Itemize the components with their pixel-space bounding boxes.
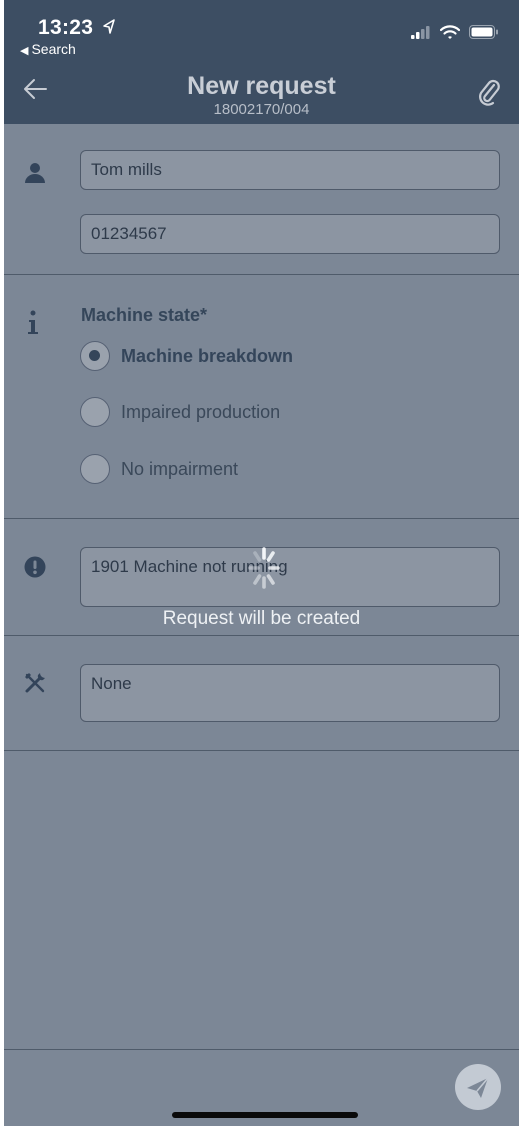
tools-icon (25, 673, 45, 693)
contact-name-value: Tom mills (91, 160, 162, 179)
send-icon (467, 1077, 489, 1098)
page-title: New request (187, 72, 336, 100)
loading-message: Request will be created (162, 608, 361, 629)
request-number: 18002170/004 (213, 101, 310, 118)
radio-impaired-production[interactable]: Impaired production (80, 396, 280, 428)
radio-label: Machine breakdown (121, 345, 294, 366)
location-arrow-icon (103, 19, 115, 34)
footer-divider (4, 1049, 519, 1050)
section-divider (4, 274, 519, 275)
exclamation-icon (24, 556, 46, 578)
radio-button-checked[interactable] (80, 341, 110, 371)
contact-name-field[interactable]: Tom mills (80, 150, 500, 190)
status-icons (411, 22, 499, 42)
paperclip-icon[interactable] (477, 78, 501, 106)
radio-label: Impaired production (121, 401, 281, 422)
section-divider (4, 518, 519, 519)
app-screen: 13:23 ◀ Search New request 18002170/004 … (4, 0, 519, 1126)
tools-value: None (91, 674, 132, 693)
back-to-app-label: Search (31, 41, 76, 57)
radio-button[interactable] (80, 454, 110, 484)
info-icon (28, 310, 38, 334)
wifi-icon (440, 24, 460, 39)
section-divider (4, 635, 519, 636)
home-indicator (172, 1112, 358, 1118)
problem-field[interactable]: 1901 Machine not running (80, 547, 500, 607)
back-triangle-icon: ◀ (20, 45, 29, 57)
section-divider (4, 750, 519, 751)
tools-field[interactable]: None (80, 664, 500, 722)
radio-button[interactable] (80, 397, 110, 427)
send-button[interactable] (455, 1064, 501, 1110)
contact-phone-field[interactable]: 01234567 (80, 214, 500, 254)
radio-machine-breakdown[interactable]: Machine breakdown (80, 340, 293, 372)
loading-spinner-icon (248, 547, 280, 589)
contact-phone-value: 01234567 (91, 224, 167, 243)
battery-icon (469, 25, 498, 39)
radio-label: No impairment (121, 458, 239, 479)
machine-state-label: Machine state* (81, 305, 208, 325)
header: 13:23 ◀ Search New request 18002170/004 (4, 0, 519, 124)
person-icon (25, 163, 45, 183)
back-to-app-link[interactable]: ◀ Search (20, 41, 76, 57)
status-time: 13:23 (38, 16, 94, 39)
signal-icon (411, 26, 430, 39)
radio-no-impairment[interactable]: No impairment (80, 453, 238, 485)
